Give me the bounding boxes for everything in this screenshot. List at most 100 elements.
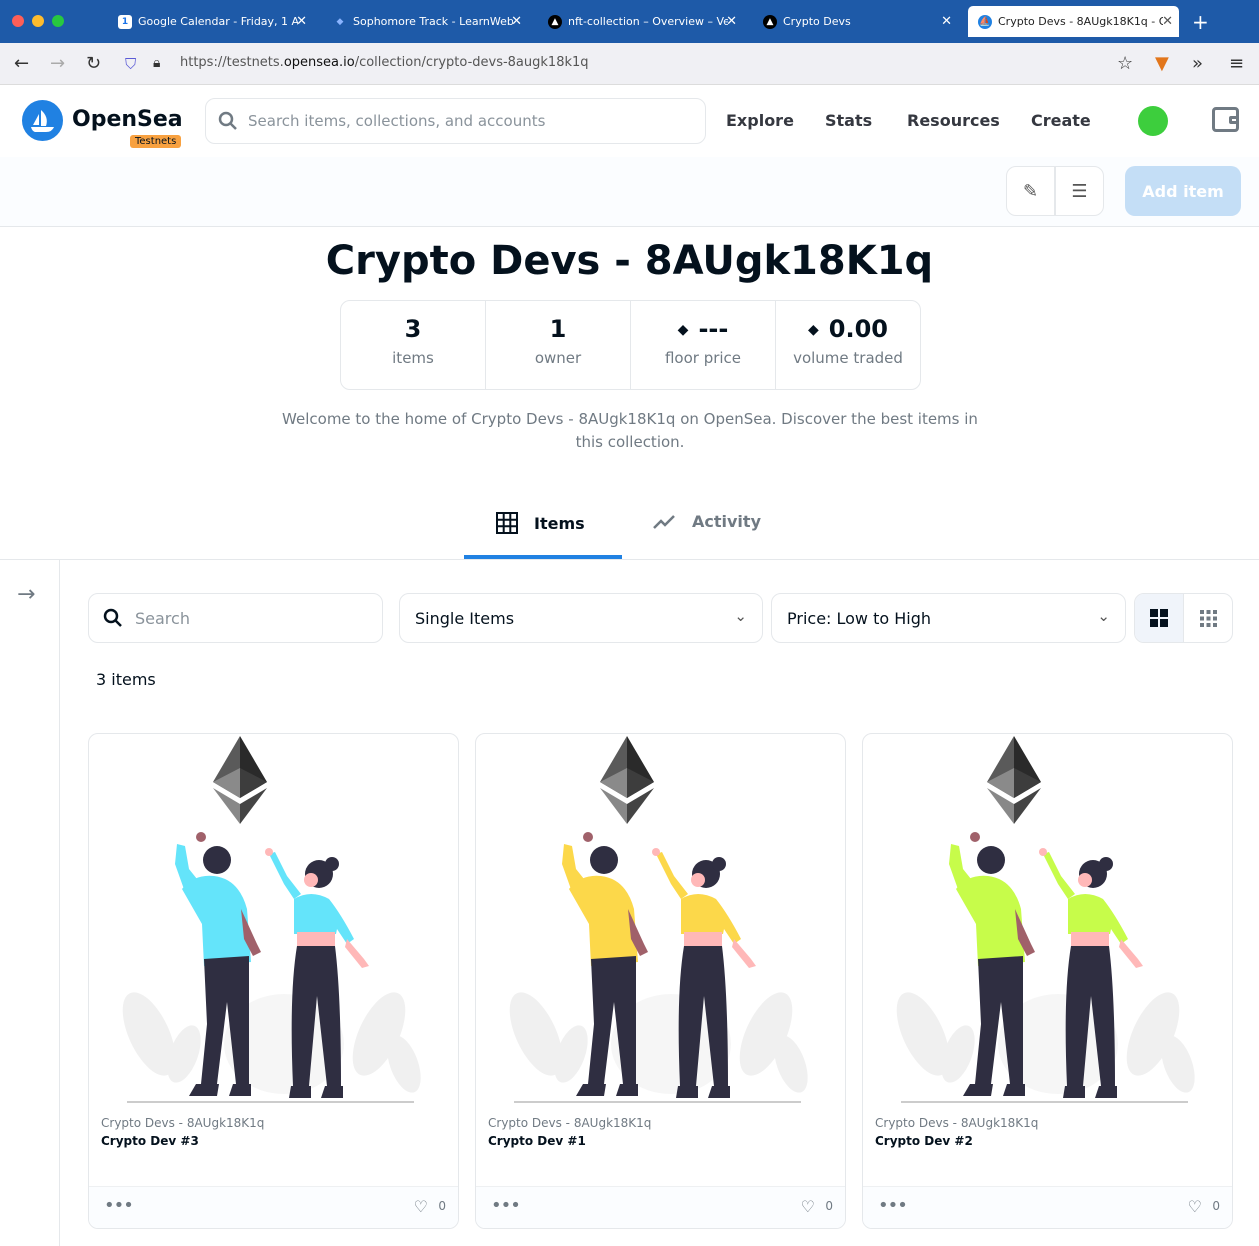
- vercel-icon: ▲: [763, 14, 777, 29]
- browser-tab-vercel[interactable]: ▲ nft-collection – Overview – Ve ✕: [538, 6, 743, 37]
- close-tab-icon[interactable]: ✕: [296, 14, 307, 29]
- metamask-icon[interactable]: ▼: [1155, 53, 1169, 74]
- stat-label: owner: [534, 349, 582, 367]
- tab-title: Sophomore Track - LearnWeb3: [353, 15, 513, 28]
- menu-icon[interactable]: ≡: [1229, 53, 1244, 74]
- global-search-input[interactable]: Search items, collections, and accounts: [205, 98, 706, 144]
- nft-card[interactable]: Crypto Devs - 8AUgk18K1q Crypto Dev #1 •…: [475, 733, 846, 1229]
- nav-create[interactable]: Create: [1031, 111, 1091, 130]
- wallet-icon[interactable]: [1212, 107, 1239, 132]
- logo-wordmark[interactable]: OpenSea: [72, 107, 183, 132]
- new-tab-button[interactable]: +: [1192, 10, 1209, 34]
- tab-title: nft-collection – Overview – Ve: [568, 15, 728, 28]
- items-search-input[interactable]: Search: [88, 593, 383, 643]
- nft-image[interactable]: [89, 734, 458, 1106]
- testnets-badge: Testnets: [130, 135, 182, 148]
- chevron-down-icon: ⌄: [734, 607, 747, 625]
- collection-title: Crypto Devs - 8AUgk18K1q: [325, 238, 934, 284]
- site-header: OpenSea Testnets Search items, collectio…: [0, 85, 1259, 157]
- card-collection-name[interactable]: Crypto Devs - 8AUgk18K1q: [875, 1116, 1038, 1130]
- overflow-chevrons-icon[interactable]: »: [1192, 53, 1203, 74]
- ethereum-icon: ◆: [808, 322, 819, 338]
- filter-sidebar: →: [0, 560, 60, 1246]
- results-count: 3 items: [96, 670, 156, 689]
- heart-icon[interactable]: ♡: [414, 1197, 428, 1216]
- close-window-button[interactable]: [12, 15, 24, 27]
- browser-tab-calendar[interactable]: 1 Google Calendar - Friday, 1 Ap ✕: [108, 6, 313, 37]
- tab-label: Activity: [692, 512, 761, 531]
- heart-icon[interactable]: ♡: [801, 1197, 815, 1216]
- edit-collection-button[interactable]: ✎: [1006, 166, 1055, 216]
- item-type-select[interactable]: Single Items ⌄: [399, 593, 763, 643]
- list-view-button[interactable]: ☰: [1055, 166, 1104, 216]
- close-tab-icon[interactable]: ✕: [1162, 14, 1173, 29]
- stat-value: 1: [549, 315, 567, 343]
- url-field[interactable]: https://testnets.opensea.io/collection/c…: [180, 55, 589, 70]
- select-value: Price: Low to High: [787, 609, 932, 628]
- collection-manage-bar: ✎ ☰ Add item: [0, 157, 1259, 227]
- maximize-window-button[interactable]: [52, 15, 64, 27]
- nft-card[interactable]: Crypto Devs - 8AUgk18K1q Crypto Dev #3 •…: [88, 733, 459, 1229]
- search-placeholder: Search items, collections, and accounts: [248, 112, 546, 130]
- close-tab-icon[interactable]: ✕: [511, 14, 522, 29]
- browser-tab-opensea[interactable]: ⛵ Crypto Devs - 8AUgk18K1q - O ✕: [968, 6, 1179, 37]
- card-collection-name[interactable]: Crypto Devs - 8AUgk18K1q: [488, 1116, 651, 1130]
- tab-activity[interactable]: Activity: [653, 512, 761, 531]
- more-options-icon[interactable]: •••: [491, 1195, 521, 1216]
- stat-volume-traded[interactable]: ◆ 0.00 volume traded: [776, 301, 920, 389]
- opensea-logo-icon[interactable]: [22, 100, 63, 141]
- sort-select[interactable]: Price: Low to High ⌄: [771, 593, 1126, 643]
- card-item-name[interactable]: Crypto Dev #3: [101, 1134, 199, 1148]
- grid-icon: [496, 512, 518, 534]
- back-arrow-icon[interactable]: ←: [14, 53, 29, 74]
- close-tab-icon[interactable]: ✕: [941, 14, 952, 29]
- reload-icon[interactable]: ↻: [86, 53, 101, 74]
- heart-icon[interactable]: ♡: [1188, 1197, 1202, 1216]
- browser-tabbar: 1 Google Calendar - Friday, 1 Ap ✕ ◆ Sop…: [0, 0, 1259, 43]
- large-grid-button[interactable]: [1135, 594, 1184, 642]
- nav-explore[interactable]: Explore: [726, 111, 794, 130]
- forward-arrow-icon[interactable]: →: [50, 53, 65, 74]
- vercel-icon: ▲: [548, 14, 562, 29]
- like-count: 0: [1212, 1199, 1220, 1213]
- card-item-name[interactable]: Crypto Dev #1: [488, 1134, 586, 1148]
- calendar-icon: 1: [118, 14, 132, 29]
- small-grid-button[interactable]: [1184, 594, 1232, 642]
- ethereum-icon: ◆: [677, 322, 689, 338]
- nft-image[interactable]: [476, 734, 845, 1106]
- nav-stats[interactable]: Stats: [825, 111, 872, 130]
- stat-label: volume traded: [793, 349, 903, 367]
- expand-filters-arrow-icon[interactable]: →: [17, 582, 35, 607]
- nft-image[interactable]: [863, 734, 1232, 1106]
- shield-icon[interactable]: ⛉: [125, 55, 136, 73]
- nft-card[interactable]: Crypto Devs - 8AUgk18K1q Crypto Dev #2 •…: [862, 733, 1233, 1229]
- stat-owners[interactable]: 1 owner: [486, 301, 631, 389]
- stat-label: items: [392, 349, 434, 367]
- card-collection-name[interactable]: Crypto Devs - 8AUgk18K1q: [101, 1116, 264, 1130]
- nav-resources[interactable]: Resources: [907, 111, 1000, 130]
- lock-icon[interactable]: 🔒︎: [153, 55, 160, 71]
- chevron-down-icon: ⌄: [1097, 607, 1110, 625]
- browser-tab-learnweb3[interactable]: ◆ Sophomore Track - LearnWeb3 ✕: [323, 6, 528, 37]
- browser-tab-crypto-devs[interactable]: ▲ Crypto Devs ✕: [753, 6, 958, 37]
- close-tab-icon[interactable]: ✕: [726, 14, 737, 29]
- profile-avatar[interactable]: [1138, 106, 1168, 136]
- more-options-icon[interactable]: •••: [104, 1195, 134, 1216]
- tab-divider: [0, 559, 1259, 560]
- search-icon: [103, 608, 122, 627]
- bookmark-star-icon[interactable]: ☆: [1117, 53, 1133, 74]
- stat-floor-price[interactable]: ◆ --- floor price: [631, 301, 776, 389]
- card-footer: ••• ♡ 0: [476, 1186, 845, 1228]
- minimize-window-button[interactable]: [32, 15, 44, 27]
- tab-items[interactable]: Items: [496, 512, 585, 534]
- stat-value: 3: [404, 315, 422, 343]
- card-footer: ••• ♡ 0: [863, 1186, 1232, 1228]
- collection-stats: 3 items 1 owner ◆ --- floor price ◆ 0.00 v…: [340, 300, 921, 390]
- card-item-name[interactable]: Crypto Dev #2: [875, 1134, 973, 1148]
- trending-icon: [653, 514, 675, 529]
- add-item-button[interactable]: Add item: [1125, 166, 1241, 216]
- like-count: 0: [825, 1199, 833, 1213]
- more-options-icon[interactable]: •••: [878, 1195, 908, 1216]
- stat-items[interactable]: 3 items: [341, 301, 486, 389]
- large-grid-icon: [1150, 609, 1168, 627]
